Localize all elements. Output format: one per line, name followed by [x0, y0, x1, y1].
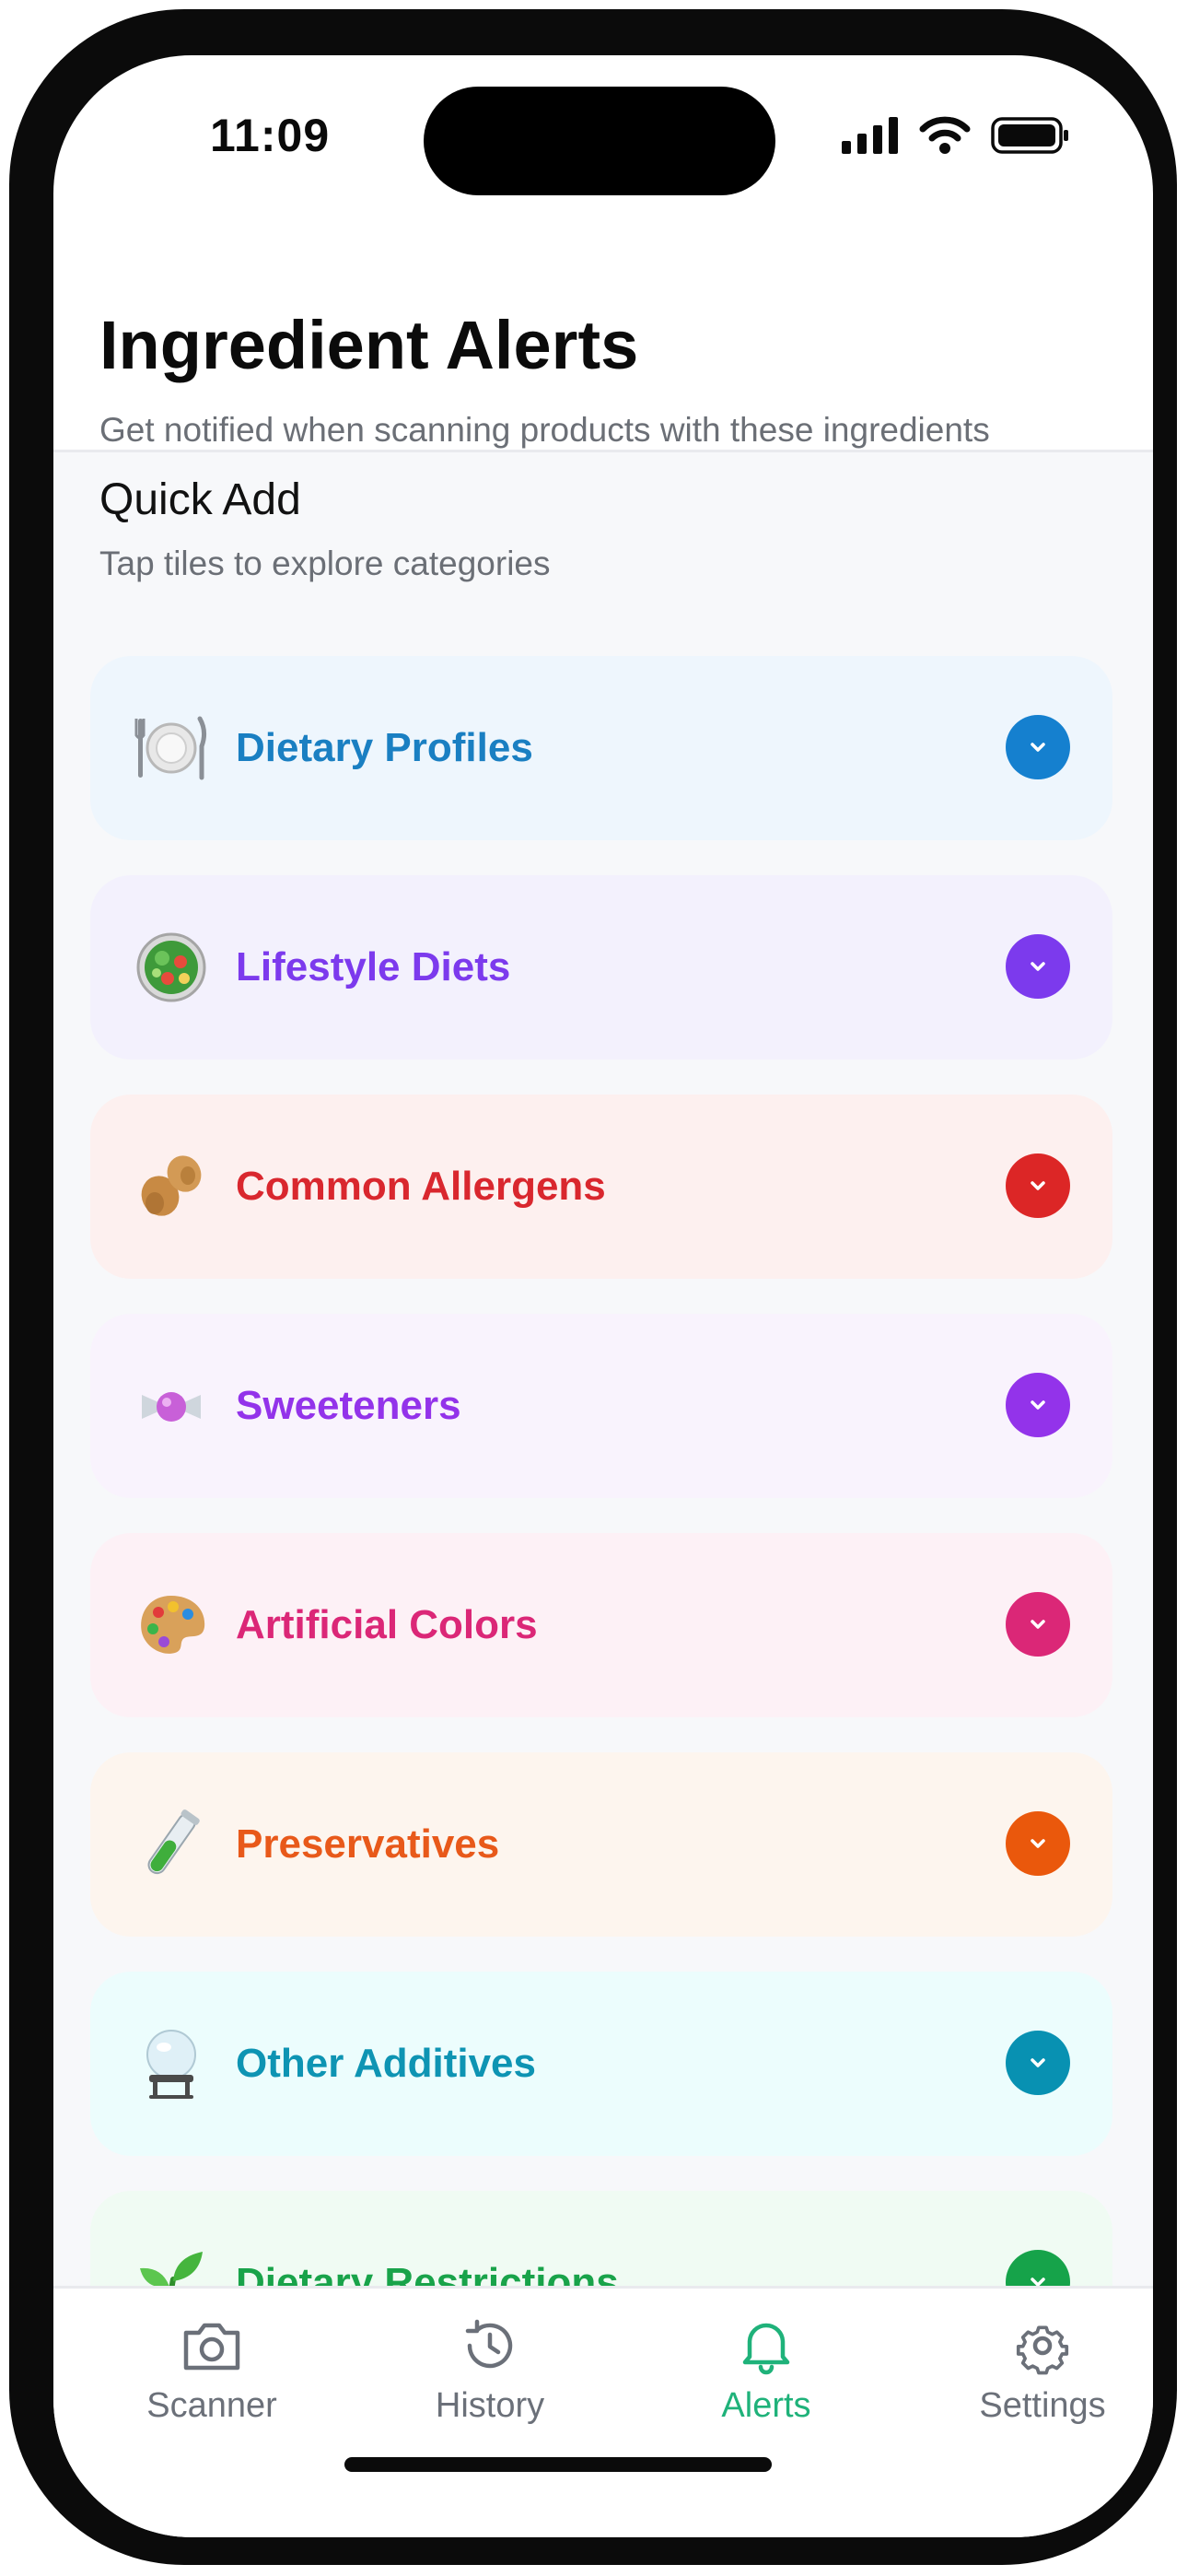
palette-icon	[134, 1588, 208, 1662]
tile-lifestyle-diets[interactable]: Lifestyle Diets	[90, 875, 1112, 1060]
wifi-icon	[919, 116, 971, 154]
chevron-down-icon[interactable]	[1006, 1811, 1070, 1876]
tab-scanner[interactable]: Scanner	[101, 2316, 322, 2426]
camera-icon	[183, 2323, 240, 2371]
chevron-down-icon[interactable]	[1006, 1373, 1070, 1437]
status-time: 11:09	[210, 110, 331, 161]
content-area[interactable]: Quick Add Tap tiles to explore categorie…	[53, 452, 1153, 2286]
page-title: Ingredient Alerts	[99, 307, 639, 383]
tile-dietary-profiles[interactable]: Dietary Profiles	[90, 656, 1112, 840]
tile-label: Dietary Profiles	[236, 725, 533, 770]
chevron-down-icon[interactable]	[1006, 934, 1070, 999]
tile-label: Preservatives	[236, 1821, 500, 1867]
quick-add-subtitle: Tap tiles to explore categories	[99, 544, 551, 582]
gear-icon	[1016, 2325, 1069, 2375]
bell-icon	[742, 2323, 790, 2375]
chevron-down-icon[interactable]	[1006, 1153, 1070, 1218]
chevron-down-icon[interactable]	[1006, 1592, 1070, 1657]
salad-icon	[134, 931, 208, 1004]
status-icons	[842, 116, 1070, 155]
test-tube-icon	[134, 1808, 208, 1881]
tab-label: History	[435, 2386, 545, 2425]
tab-history[interactable]: History	[379, 2316, 600, 2426]
history-icon	[465, 2319, 513, 2369]
tile-label: Artificial Colors	[236, 1602, 538, 1647]
seedling-icon	[134, 2246, 208, 2286]
plate-icon	[134, 711, 208, 785]
quick-add-title: Quick Add	[99, 475, 301, 524]
chevron-down-icon[interactable]	[1006, 2250, 1070, 2286]
page-subtitle: Get notified when scanning products with…	[99, 411, 990, 449]
page-header: Ingredient Alerts Get notified when scan…	[53, 240, 1153, 452]
tab-label: Scanner	[146, 2386, 277, 2425]
crystal-ball-icon	[134, 2027, 208, 2101]
chevron-down-icon[interactable]	[1006, 715, 1070, 779]
phone-frame: 11:09 Ingredient Alerts Get notified whe…	[9, 9, 1177, 2565]
tile-label: Other Additives	[236, 2041, 536, 2086]
dynamic-island	[424, 87, 775, 195]
tile-preservatives[interactable]: Preservatives	[90, 1752, 1112, 1937]
tile-label: Lifestyle Diets	[236, 944, 511, 989]
home-indicator[interactable]	[344, 2457, 772, 2472]
screen: 11:09 Ingredient Alerts Get notified whe…	[53, 55, 1153, 2537]
peanut-icon	[134, 1150, 208, 1224]
tile-label: Dietary Restrictions	[236, 2260, 619, 2286]
tile-dietary-restrictions[interactable]: Dietary Restrictions	[90, 2191, 1112, 2286]
tab-alerts[interactable]: Alerts	[656, 2316, 877, 2426]
tile-other-additives[interactable]: Other Additives	[90, 1972, 1112, 2156]
tab-label: Alerts	[721, 2386, 811, 2425]
tile-common-allergens[interactable]: Common Allergens	[90, 1095, 1112, 1279]
cellular-signal-icon	[842, 117, 898, 154]
tab-bar: Scanner History Alerts Settings	[53, 2286, 1153, 2537]
tile-sweeteners[interactable]: Sweeteners	[90, 1314, 1112, 1498]
battery-icon	[991, 117, 1068, 154]
tile-label: Sweeteners	[236, 1383, 461, 1428]
tab-label: Settings	[979, 2386, 1106, 2425]
tile-label: Common Allergens	[236, 1164, 606, 1209]
tile-artificial-colors[interactable]: Artificial Colors	[90, 1533, 1112, 1717]
tab-settings[interactable]: Settings	[932, 2316, 1153, 2426]
chevron-down-icon[interactable]	[1006, 2031, 1070, 2095]
candy-icon	[134, 1369, 208, 1443]
